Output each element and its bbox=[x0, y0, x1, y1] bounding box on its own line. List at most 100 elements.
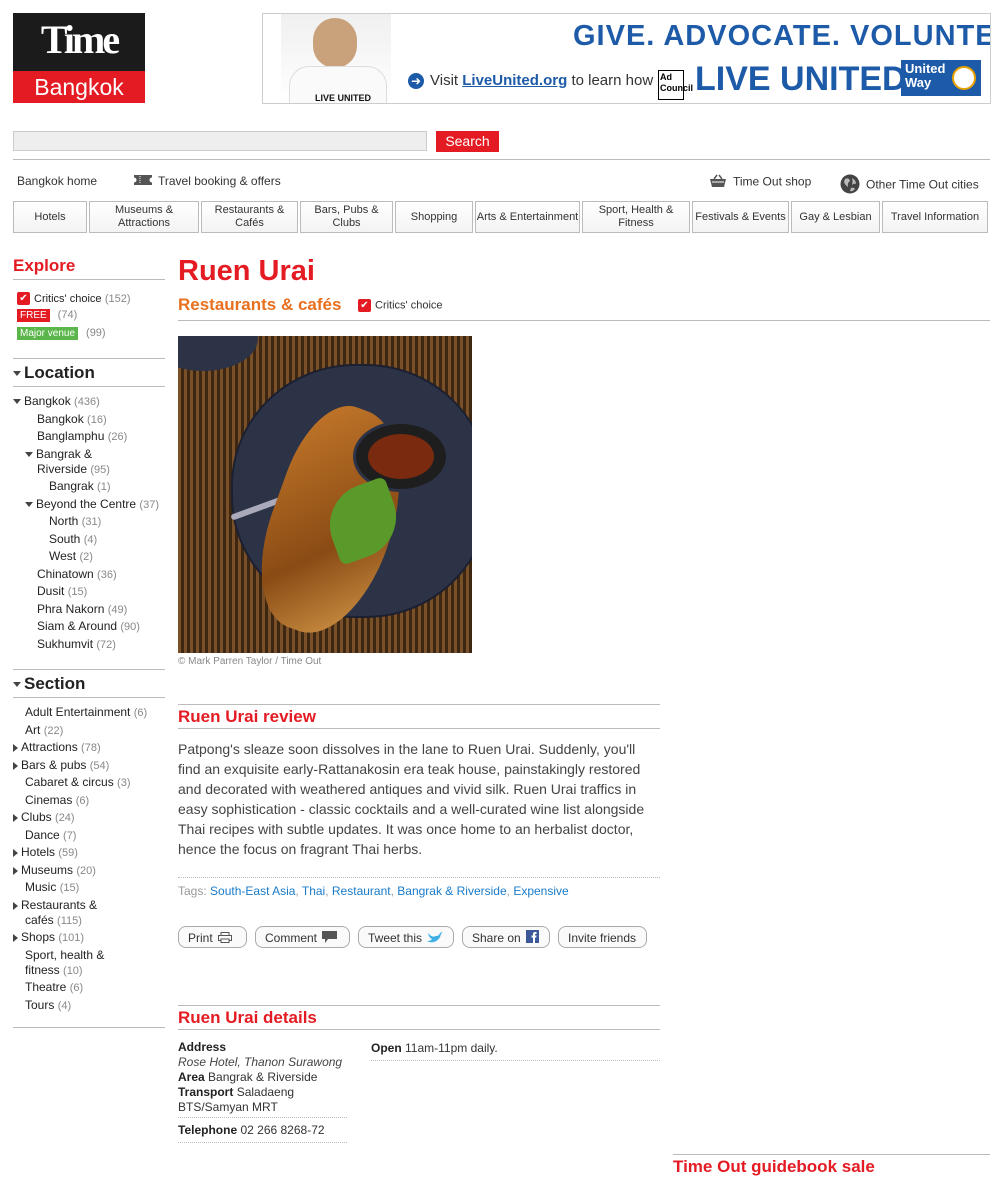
section-item[interactable]: Shops (101) bbox=[13, 930, 84, 944]
location-item[interactable]: Bangkok (436) bbox=[13, 394, 100, 408]
major-count: (99) bbox=[86, 327, 106, 339]
section-item[interactable]: Restaurants & bbox=[13, 898, 97, 912]
location-count: (90) bbox=[120, 621, 140, 633]
nav-tab-hotels[interactable]: Hotels bbox=[13, 201, 87, 233]
nav-tab-museums[interactable]: Museums & Attractions bbox=[89, 201, 199, 233]
location-item[interactable]: Siam & Around (90) bbox=[37, 619, 140, 633]
printer-icon bbox=[217, 928, 232, 950]
section-item[interactable]: Theatre (6) bbox=[25, 980, 83, 994]
guidebook-sale-heading: Time Out guidebook sale bbox=[673, 1154, 990, 1177]
location-item[interactable]: Bangkok (16) bbox=[37, 412, 107, 426]
tag-link[interactable]: Thai bbox=[302, 884, 325, 898]
section-item[interactable]: Hotels (59) bbox=[13, 845, 78, 859]
print-button[interactable]: Print bbox=[178, 926, 247, 948]
location-item[interactable]: Phra Nakorn (49) bbox=[37, 602, 127, 616]
location-item[interactable]: Bangrak (1) bbox=[49, 479, 111, 493]
section-heading[interactable]: Section bbox=[13, 674, 165, 698]
section-item[interactable]: Attractions (78) bbox=[13, 740, 101, 754]
search-button[interactable]: Search bbox=[436, 131, 499, 152]
share-facebook-button[interactable]: Share on bbox=[462, 926, 550, 948]
location-item[interactable]: North (31) bbox=[49, 514, 101, 528]
venue-category-link[interactable]: Restaurants & cafés bbox=[178, 295, 341, 315]
location-item[interactable]: South (4) bbox=[49, 532, 97, 546]
filter-major-venue[interactable]: Major venue (99) bbox=[17, 325, 106, 340]
section-item[interactable]: Sport, health & bbox=[25, 948, 104, 962]
invite-friends-button[interactable]: Invite friends bbox=[558, 926, 647, 948]
tag-link[interactable]: Bangrak & Riverside bbox=[397, 884, 506, 898]
section-count: (24) bbox=[55, 812, 75, 824]
timeout-logo[interactable]: Time Out Bangkok bbox=[13, 13, 145, 112]
location-heading[interactable]: Location bbox=[13, 363, 165, 387]
section-item[interactable]: Clubs (24) bbox=[13, 810, 75, 824]
banner-visit-line: ➜ Visit LiveUnited.org to learn how bbox=[408, 72, 653, 89]
nav-tab-travel-info[interactable]: Travel Information bbox=[882, 201, 988, 233]
location-label: Sukhumvit bbox=[37, 637, 94, 651]
section-label: Sport, health & bbox=[25, 948, 105, 962]
section-label: Hotels bbox=[21, 845, 56, 859]
location-item[interactable]: Riverside (95) bbox=[37, 462, 110, 476]
section-label: Tours bbox=[25, 998, 55, 1012]
nav-tab-gay-lesbian[interactable]: Gay & Lesbian bbox=[791, 201, 880, 233]
nav-tab-festivals[interactable]: Festivals & Events bbox=[692, 201, 789, 233]
triangle-right-icon bbox=[13, 901, 18, 910]
location-item[interactable]: Bangrak & bbox=[25, 447, 92, 461]
location-item[interactable]: West (2) bbox=[49, 549, 93, 563]
triangle-down-icon bbox=[13, 682, 21, 688]
section-item[interactable]: Music (15) bbox=[25, 880, 79, 894]
section-item[interactable]: Art (22) bbox=[25, 723, 63, 737]
ticket-icon bbox=[131, 174, 155, 189]
triangle-down-icon bbox=[25, 502, 33, 508]
section-item[interactable]: Dance (7) bbox=[25, 828, 76, 842]
section-item[interactable]: Adult Entertainment (6) bbox=[25, 705, 147, 719]
location-label: Phra Nakorn bbox=[37, 602, 105, 616]
section-item[interactable]: Cabaret & circus (3) bbox=[25, 775, 131, 789]
location-item[interactable]: Sukhumvit (72) bbox=[37, 637, 116, 651]
nav-tab-shopping[interactable]: Shopping bbox=[395, 201, 473, 233]
tweet-button[interactable]: Tweet this bbox=[358, 926, 454, 948]
timeout-shop-link[interactable]: Time Out shop bbox=[709, 174, 811, 191]
section-count: (6) bbox=[75, 795, 90, 807]
nav-tab-bars[interactable]: Bars, Pubs & Clubs bbox=[300, 201, 393, 233]
bangkok-home-link[interactable]: Bangkok home bbox=[17, 174, 97, 188]
location-count: (15) bbox=[67, 586, 88, 598]
open-value: 11am-11pm daily. bbox=[405, 1041, 498, 1055]
location-count: (37) bbox=[139, 499, 159, 511]
sidebar-divider bbox=[13, 1027, 165, 1028]
location-count: (26) bbox=[107, 431, 128, 443]
location-count: (16) bbox=[87, 414, 107, 426]
nav-tab-restaurants[interactable]: Restaurants & Cafés bbox=[201, 201, 298, 233]
review-body: Patpong's sleaze soon dissolves in the l… bbox=[178, 741, 645, 857]
banner-visit-link[interactable]: LiveUnited.org bbox=[462, 72, 567, 89]
triangle-right-icon bbox=[13, 848, 18, 857]
comment-button[interactable]: Comment bbox=[255, 926, 350, 948]
explore-heading: Explore bbox=[13, 256, 165, 280]
triangle-down-icon bbox=[13, 371, 21, 377]
section-count: (115) bbox=[57, 915, 82, 927]
section-item[interactable]: Tours (4) bbox=[25, 998, 71, 1012]
location-item[interactable]: Dusit (15) bbox=[37, 584, 87, 598]
location-label: West bbox=[49, 549, 77, 563]
section-item[interactable]: Bars & pubs (54) bbox=[13, 758, 109, 772]
location-item[interactable]: Banglamphu (26) bbox=[37, 429, 127, 443]
adcouncil-logo: Ad Council bbox=[658, 70, 693, 100]
filter-critics-choice[interactable]: ✔ Critics' choice (152) bbox=[17, 291, 131, 306]
live-united-banner-ad[interactable]: LIVE UNITED GIVE. ADVOCATE. VOLUNTEER. ➜… bbox=[262, 13, 991, 104]
venue-photo[interactable] bbox=[178, 336, 472, 653]
filter-free[interactable]: FREE (74) bbox=[17, 307, 77, 322]
tag-link[interactable]: Expensive bbox=[513, 884, 568, 898]
travel-booking-link[interactable]: Travel booking & offers bbox=[131, 174, 281, 189]
section-item[interactable]: Museums (20) bbox=[13, 863, 96, 877]
free-badge: FREE bbox=[17, 309, 50, 322]
tag-link[interactable]: South-East Asia bbox=[210, 884, 295, 898]
section-item[interactable]: fitness (10) bbox=[25, 963, 83, 977]
location-item[interactable]: Chinatown (36) bbox=[37, 567, 117, 581]
nav-tab-sport[interactable]: Sport, Health & Fitness bbox=[582, 201, 690, 233]
other-cities-label: Other Time Out cities bbox=[866, 177, 979, 192]
nav-tab-arts[interactable]: Arts & Entertainment bbox=[475, 201, 580, 233]
other-cities-link[interactable]: Other Time Out cities bbox=[840, 174, 979, 197]
location-item[interactable]: Beyond the Centre (37) bbox=[25, 497, 159, 511]
search-input[interactable] bbox=[13, 131, 427, 151]
tag-link[interactable]: Restaurant bbox=[332, 884, 391, 898]
section-item[interactable]: Cinemas (6) bbox=[25, 793, 89, 807]
section-item[interactable]: cafés (115) bbox=[25, 913, 82, 927]
